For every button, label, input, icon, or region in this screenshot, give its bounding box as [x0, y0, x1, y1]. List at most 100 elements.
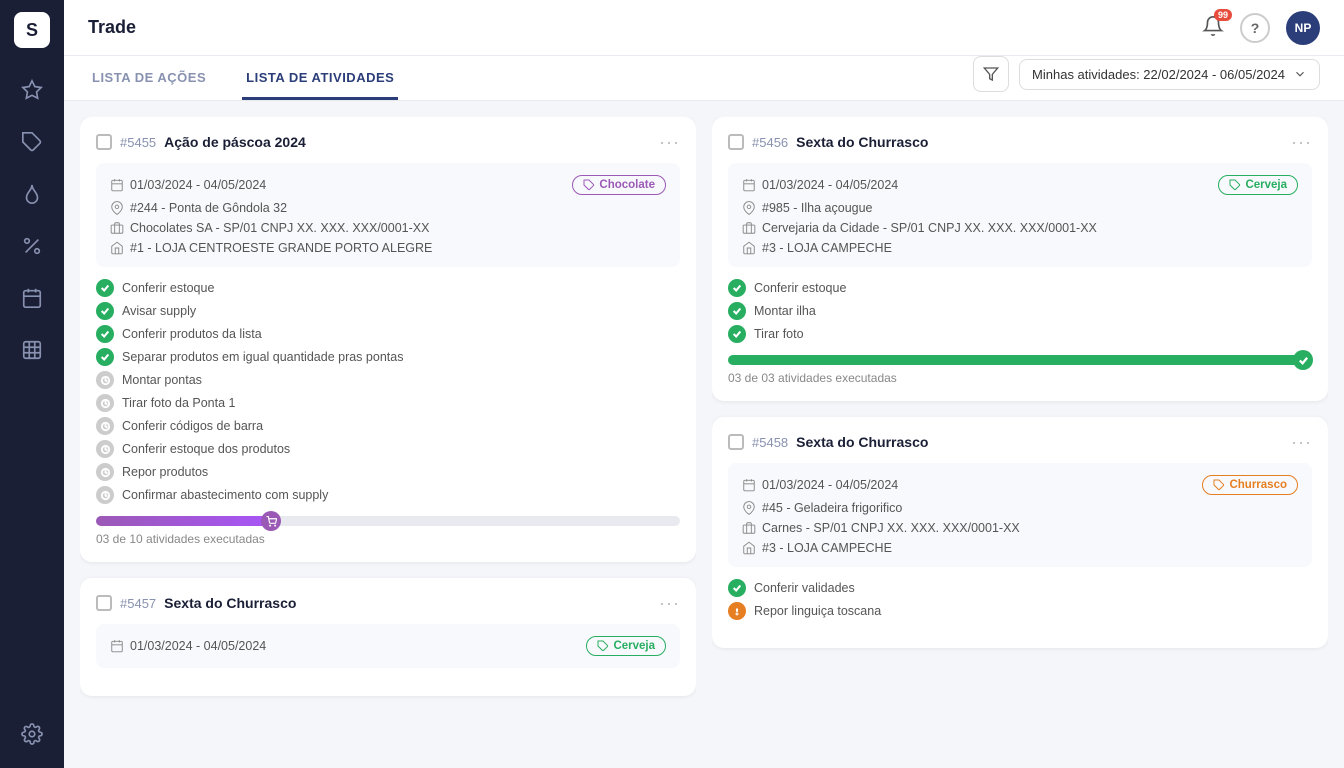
help-button[interactable]: ?: [1240, 13, 1270, 43]
card-5456-store: #3 - LOJA CAMPECHE: [742, 241, 892, 255]
sidebar-item-star[interactable]: [10, 68, 54, 112]
progress-bar-wrap: [728, 355, 1312, 365]
sidebar-item-percent[interactable]: [10, 224, 54, 268]
notifications-button[interactable]: 99: [1202, 15, 1224, 40]
card-5458-info: 01/03/2024 - 04/05/2024 Churrasco #45 - …: [728, 463, 1312, 567]
task-pending-icon: [96, 394, 114, 412]
card-5456-info: 01/03/2024 - 04/05/2024 Cerveja #985 - I…: [728, 163, 1312, 267]
task-item: Montar pontas: [96, 371, 680, 389]
card-5458-supplier: Carnes - SP/01 CNPJ XX. XXX. XXX/0001-XX: [742, 521, 1020, 535]
sidebar-item-settings[interactable]: [10, 712, 54, 756]
card-5455-header: #5455 Ação de páscoa 2024 ···: [96, 133, 680, 151]
card-5457-number: #5457: [120, 596, 156, 611]
card-5456-name: Sexta do Churrasco: [796, 134, 928, 150]
avatar[interactable]: NP: [1286, 11, 1320, 45]
card-5457-name: Sexta do Churrasco: [164, 595, 296, 611]
card-5456-store-row: #3 - LOJA CAMPECHE: [742, 241, 1298, 255]
task-done-icon: [96, 348, 114, 366]
task-item: Conferir estoque: [728, 279, 1312, 297]
sidebar-item-fire[interactable]: [10, 172, 54, 216]
card-5458-tag: Churrasco: [1202, 475, 1298, 495]
card-5458-location-row: #45 - Geladeira frigorifico: [742, 501, 1298, 515]
card-5455-supplier-row: Chocolates SA - SP/01 CNPJ XX. XXX. XXX/…: [110, 221, 666, 235]
card-5455-checkbox[interactable]: [96, 134, 112, 150]
task-done-icon: [96, 302, 114, 320]
task-item: Conferir estoque dos produtos: [96, 440, 680, 458]
card-5456-tasks: Conferir estoque Montar ilha Tirar foto: [728, 279, 1312, 343]
tab-lista-acoes[interactable]: LISTA DE AÇÕES: [88, 56, 210, 100]
task-item: Conferir códigos de barra: [96, 417, 680, 435]
task-item: Conferir validades: [728, 579, 1312, 597]
card-5458-number: #5458: [752, 435, 788, 450]
card-5456-checkbox[interactable]: [728, 134, 744, 150]
card-5455-date-row: 01/03/2024 - 04/05/2024 Chocolate: [110, 175, 666, 195]
sidebar-item-table[interactable]: [10, 328, 54, 372]
tab-lista-atividades[interactable]: LISTA DE ATIVIDADES: [242, 56, 398, 100]
card-5455-more[interactable]: ···: [659, 133, 680, 151]
card-5455-progress: 03 de 10 atividades executadas: [96, 516, 680, 546]
main-content: Trade 99 ? NP LISTA DE AÇÕES LISTA DE AT…: [64, 0, 1344, 768]
card-5455-supplier: Chocolates SA - SP/01 CNPJ XX. XXX. XXX/…: [110, 221, 429, 235]
card-5455-info: 01/03/2024 - 04/05/2024 Chocolate #244 -…: [96, 163, 680, 267]
content-area: #5455 Ação de páscoa 2024 ··· 01/03/2024…: [64, 101, 1344, 768]
card-5456-number: #5456: [752, 135, 788, 150]
header: Trade 99 ? NP: [64, 0, 1344, 56]
task-item: Tirar foto: [728, 325, 1312, 343]
date-range-label: Minhas atividades: 22/02/2024 - 06/05/20…: [1032, 67, 1285, 82]
filter-button[interactable]: [973, 56, 1009, 92]
right-column: #5456 Sexta do Churrasco ··· 01/03/2024 …: [712, 117, 1328, 752]
task-pending-icon: [96, 417, 114, 435]
progress-icon: [261, 511, 281, 531]
card-5458-title-row: #5458 Sexta do Churrasco: [728, 434, 928, 450]
progress-bar-wrap: [96, 516, 680, 526]
task-done-icon: [728, 579, 746, 597]
card-5458-date: 01/03/2024 - 04/05/2024: [742, 478, 898, 492]
card-5458-location: #45 - Geladeira frigorifico: [742, 501, 902, 515]
sidebar-item-tag[interactable]: [10, 120, 54, 164]
card-5458-more[interactable]: ···: [1291, 433, 1312, 451]
card-5455-location: #244 - Ponta de Gôndola 32: [110, 201, 287, 215]
tabs-left: LISTA DE AÇÕES LISTA DE ATIVIDADES: [88, 56, 398, 100]
task-done-icon: [728, 279, 746, 297]
card-5456-title-row: #5456 Sexta do Churrasco: [728, 134, 928, 150]
header-actions: 99 ? NP: [1202, 11, 1320, 45]
progress-fill: [96, 516, 271, 526]
card-5456-more[interactable]: ···: [1291, 133, 1312, 151]
sidebar: S: [0, 0, 64, 768]
task-pending-icon: [96, 486, 114, 504]
task-done-icon: [728, 302, 746, 320]
card-5458-checkbox[interactable]: [728, 434, 744, 450]
card-5457-checkbox[interactable]: [96, 595, 112, 611]
date-range-select[interactable]: Minhas atividades: 22/02/2024 - 06/05/20…: [1019, 59, 1320, 90]
task-pending-icon: [96, 371, 114, 389]
card-5455-name: Ação de páscoa 2024: [164, 134, 306, 150]
task-item: Repor linguiça toscana: [728, 602, 1312, 620]
card-5456-date-row: 01/03/2024 - 04/05/2024 Cerveja: [742, 175, 1298, 195]
card-5455: #5455 Ação de páscoa 2024 ··· 01/03/2024…: [80, 117, 696, 562]
card-5455-tag: Chocolate: [572, 175, 666, 195]
app-logo[interactable]: S: [14, 12, 50, 48]
card-5455-tasks: Conferir estoque Avisar supply Conferir …: [96, 279, 680, 504]
task-item: Conferir estoque: [96, 279, 680, 297]
card-5456-date: 01/03/2024 - 04/05/2024: [742, 178, 898, 192]
task-done-icon: [96, 279, 114, 297]
card-5457-more[interactable]: ···: [659, 594, 680, 612]
card-5458: #5458 Sexta do Churrasco ··· 01/03/2024 …: [712, 417, 1328, 648]
card-5455-store-row: #1 - LOJA CENTROESTE GRANDE PORTO ALEGRE: [110, 241, 666, 255]
app-title: Trade: [88, 17, 136, 38]
task-warning-icon: [728, 602, 746, 620]
sidebar-item-calendar[interactable]: [10, 276, 54, 320]
progress-icon-green: [1293, 350, 1313, 370]
card-5458-date-row: 01/03/2024 - 04/05/2024 Churrasco: [742, 475, 1298, 495]
card-5456-tag: Cerveja: [1218, 175, 1298, 195]
tabs-right: Minhas atividades: 22/02/2024 - 06/05/20…: [973, 56, 1320, 100]
task-item: Conferir produtos da lista: [96, 325, 680, 343]
task-done-icon: [728, 325, 746, 343]
card-5457-date: 01/03/2024 - 04/05/2024: [110, 639, 266, 653]
progress-text: 03 de 10 atividades executadas: [96, 532, 680, 546]
card-5456-progress: 03 de 03 atividades executadas: [728, 355, 1312, 385]
card-5455-title-row: #5455 Ação de páscoa 2024: [96, 134, 306, 150]
card-5457-title-row: #5457 Sexta do Churrasco: [96, 595, 296, 611]
card-5456-supplier-row: Cervejaria da Cidade - SP/01 CNPJ XX. XX…: [742, 221, 1298, 235]
left-column: #5455 Ação de páscoa 2024 ··· 01/03/2024…: [80, 117, 696, 752]
